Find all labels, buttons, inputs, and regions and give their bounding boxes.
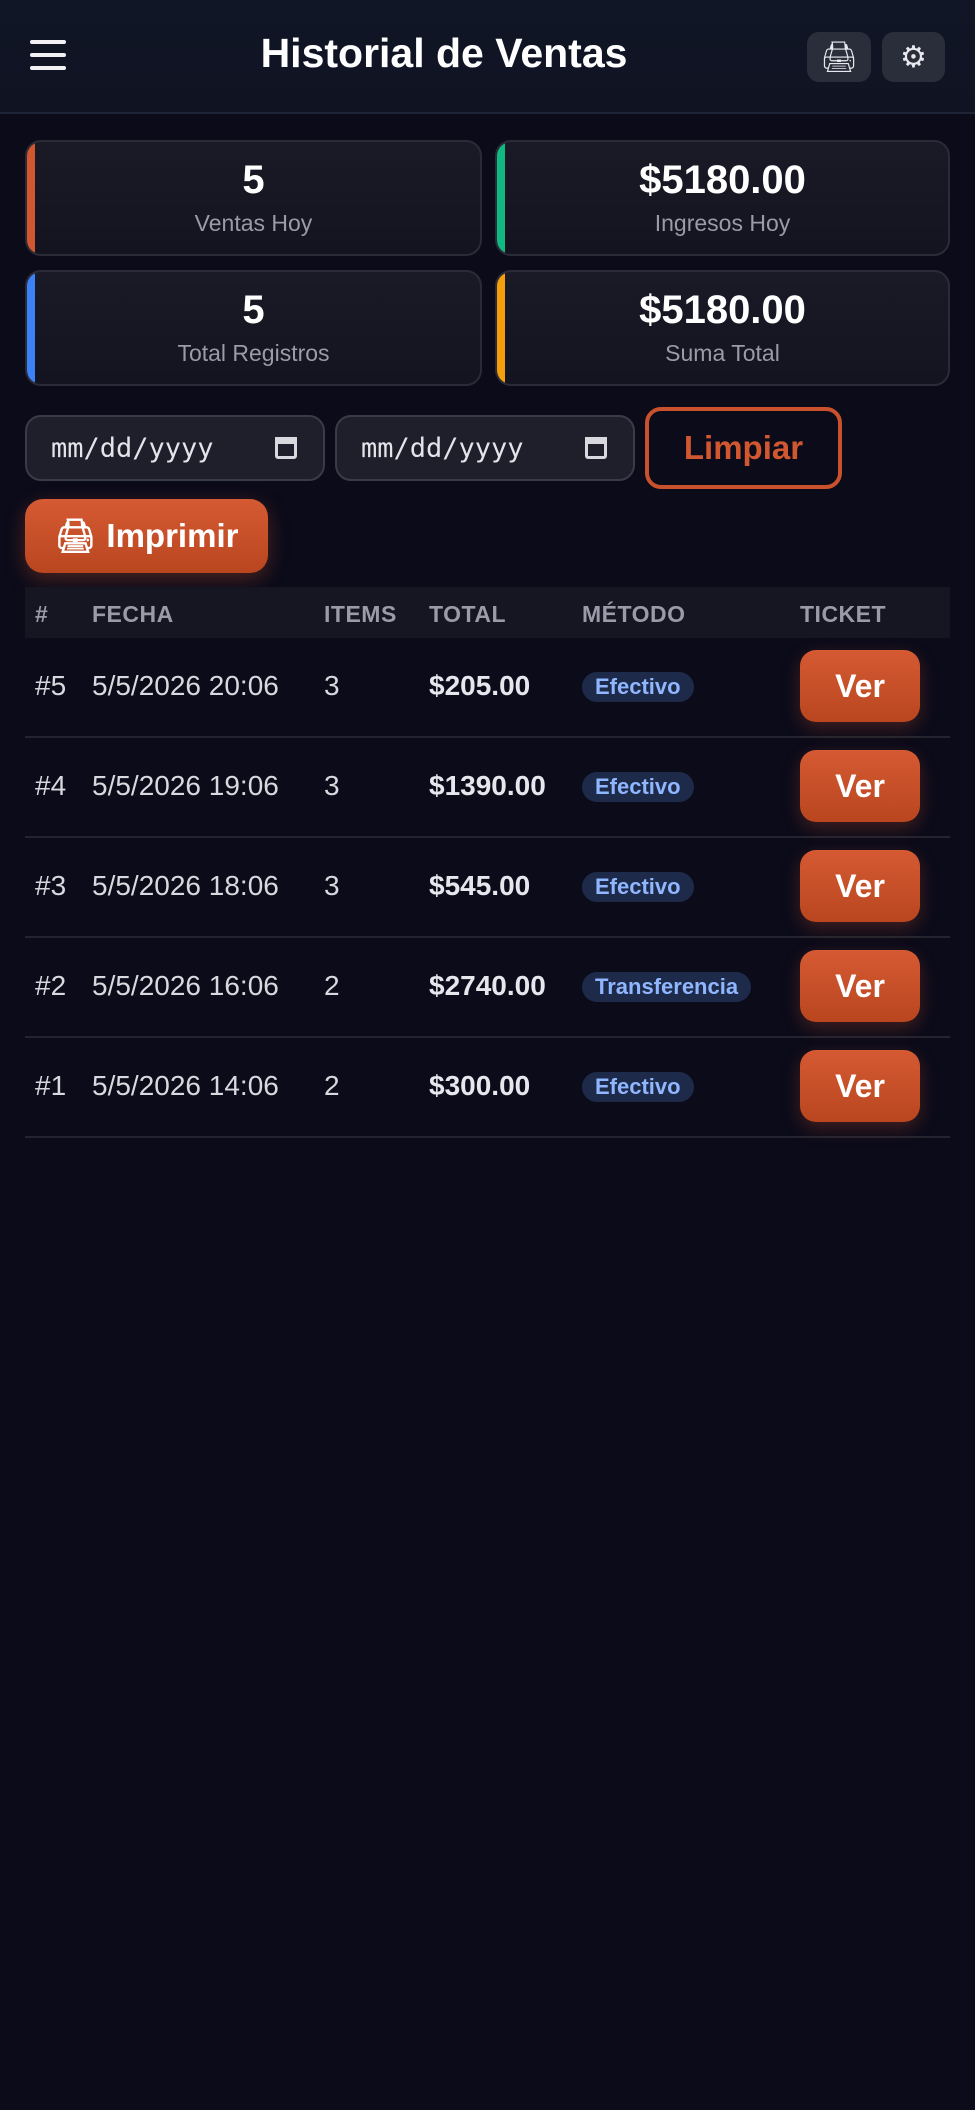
app-header: Historial de Ventas 🖨 ⚙ — [0, 0, 975, 114]
print-button[interactable]: 🖨 — [807, 32, 871, 82]
stat-value: 5 — [242, 288, 265, 332]
sale-id: #4 — [35, 770, 67, 801]
date-from-placeholder: mm/dd/yyyy — [51, 432, 214, 464]
column-header-items: ITEMS — [324, 601, 397, 627]
view-ticket-button[interactable]: Ver — [800, 1050, 920, 1122]
table-row: #5 5/5/2026 20:06 3 $205.00 Efectivo Ver — [25, 638, 950, 738]
payment-method-badge: Efectivo — [582, 872, 694, 902]
sale-total: $2740.00 — [429, 970, 546, 1001]
sale-items: 3 — [324, 870, 340, 901]
printer-icon: 🖨 — [819, 40, 859, 74]
stat-label: Total Registros — [177, 340, 330, 366]
stat-value: $5180.00 — [639, 158, 806, 202]
view-ticket-button[interactable]: Ver — [800, 650, 920, 722]
column-header-id: # — [35, 601, 49, 627]
table-row: #4 5/5/2026 19:06 3 $1390.00 Efectivo Ve… — [25, 738, 950, 838]
date-from-input[interactable]: mm/dd/yyyy — [25, 415, 325, 481]
sale-total: $1390.00 — [429, 770, 546, 801]
sale-items: 2 — [324, 1070, 340, 1101]
sale-total: $205.00 — [429, 670, 531, 701]
date-to-placeholder: mm/dd/yyyy — [361, 432, 524, 464]
sale-id: #2 — [35, 970, 67, 1001]
date-to-input[interactable]: mm/dd/yyyy — [335, 415, 635, 481]
page-title: Historial de Ventas — [260, 30, 628, 76]
gear-icon: ⚙ — [900, 40, 927, 74]
calendar-icon[interactable] — [585, 437, 607, 459]
calendar-icon[interactable] — [275, 437, 297, 459]
sale-date: 5/5/2026 18:06 — [92, 870, 279, 901]
sale-items: 3 — [324, 770, 340, 801]
sale-date: 5/5/2026 16:06 — [92, 970, 279, 1001]
sale-id: #5 — [35, 670, 67, 701]
stat-card-suma-total: $5180.00 Suma Total — [495, 270, 950, 386]
table-row: #1 5/5/2026 14:06 2 $300.00 Efectivo Ver — [25, 1038, 950, 1138]
column-header-total: TOTAL — [429, 601, 507, 627]
sale-date: 5/5/2026 14:06 — [92, 1070, 279, 1101]
stat-label: Ingresos Hoy — [654, 210, 791, 236]
sale-id: #3 — [35, 870, 67, 901]
settings-button[interactable]: ⚙ — [882, 32, 945, 82]
table-header: # FECHA ITEMS TOTAL MÉTODO TICKET — [25, 587, 950, 638]
sale-date: 5/5/2026 19:06 — [92, 770, 279, 801]
clear-filters-button[interactable]: Limpiar — [645, 407, 842, 489]
view-ticket-button[interactable]: Ver — [800, 750, 920, 822]
payment-method-badge: Efectivo — [582, 772, 694, 802]
view-ticket-button[interactable]: Ver — [800, 850, 920, 922]
stat-card-total-registros: 5 Total Registros — [25, 270, 482, 386]
stat-value: 5 — [242, 158, 265, 202]
table-row: #2 5/5/2026 16:06 2 $2740.00 Transferenc… — [25, 938, 950, 1038]
sale-total: $300.00 — [429, 1070, 531, 1101]
table-row: #3 5/5/2026 18:06 3 $545.00 Efectivo Ver — [25, 838, 950, 938]
payment-method-badge: Efectivo — [582, 672, 694, 702]
sale-date: 5/5/2026 20:06 — [92, 670, 279, 701]
sales-table: # FECHA ITEMS TOTAL MÉTODO TICKET #5 5/5… — [25, 587, 950, 1138]
column-header-ticket: TICKET — [800, 601, 887, 627]
sale-items: 2 — [324, 970, 340, 1001]
sale-id: #1 — [35, 1070, 67, 1101]
sale-total: $545.00 — [429, 870, 531, 901]
view-ticket-button[interactable]: Ver — [800, 950, 920, 1022]
payment-method-badge: Efectivo — [582, 1072, 694, 1102]
print-report-label: Imprimir — [106, 517, 239, 554]
stat-card-ingresos-hoy: $5180.00 Ingresos Hoy — [495, 140, 950, 256]
stat-card-ventas-hoy: 5 Ventas Hoy — [25, 140, 482, 256]
sale-items: 3 — [324, 670, 340, 701]
printer-icon: 🖨 — [54, 516, 97, 554]
column-header-method: MÉTODO — [582, 601, 686, 627]
payment-method-badge: Transferencia — [582, 972, 752, 1002]
stat-value: $5180.00 — [639, 288, 806, 332]
stat-label: Suma Total — [665, 340, 780, 366]
stat-label: Ventas Hoy — [194, 210, 313, 236]
column-header-date: FECHA — [92, 601, 174, 627]
print-report-button[interactable]: 🖨 Imprimir — [25, 499, 268, 573]
